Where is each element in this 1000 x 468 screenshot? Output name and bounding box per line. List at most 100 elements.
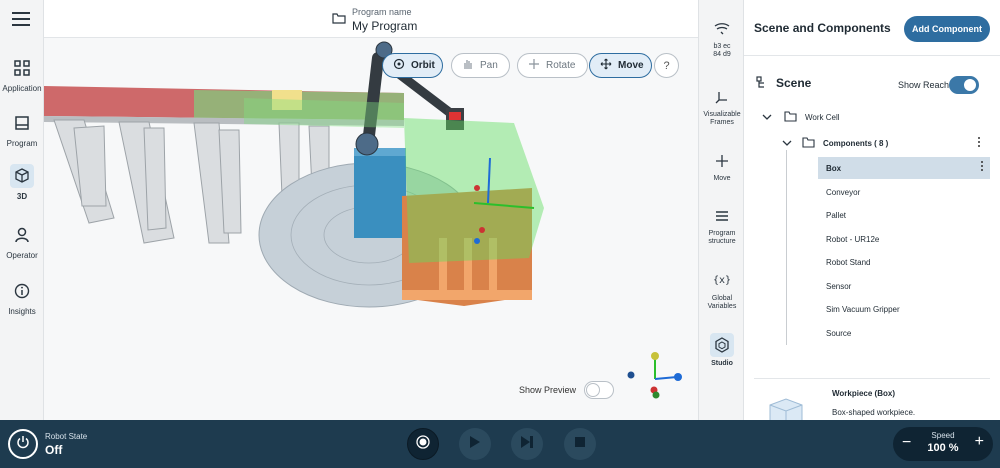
tool-program-structure[interactable]: Program structure [699, 205, 745, 247]
cube-icon [10, 164, 34, 188]
components-label: Components ( 8 ) [823, 139, 889, 148]
component-label: Sensor [826, 281, 852, 291]
component-item[interactable]: Conveyor [818, 181, 990, 203]
components-more-icon[interactable] [977, 137, 981, 149]
folder-icon [784, 111, 797, 124]
speed-increase-button[interactable]: + [975, 433, 984, 451]
signal-icon [699, 18, 745, 40]
hand-icon [462, 58, 474, 73]
component-item[interactable]: Source [818, 322, 990, 344]
show-preview-toggle[interactable] [584, 381, 615, 399]
component-label: Box [826, 163, 842, 173]
rotate-label: Rotate [546, 60, 576, 71]
components-node[interactable]: Components ( 8 ) [782, 137, 888, 150]
orbit-button[interactable]: Orbit [382, 53, 443, 78]
folder-icon[interactable] [332, 11, 346, 29]
scene-title: Scene [776, 76, 812, 90]
person-icon [10, 223, 34, 247]
program-structure-label: Program structure [708, 230, 736, 246]
move-icon [699, 150, 745, 172]
scene-render[interactable] [44, 38, 698, 420]
play-icon [469, 435, 481, 454]
info-icon [10, 279, 34, 303]
workpiece-info: Workpiece (Box) Box-shaped workpiece. [754, 378, 990, 426]
move-label: Move [618, 60, 644, 71]
show-preview-control: Show Preview [519, 381, 615, 399]
component-item[interactable]: Robot - UR12e [818, 228, 990, 250]
studio-icon [710, 333, 734, 357]
nav-item-application[interactable]: Application [0, 56, 44, 93]
connection-id: b3 ec 84 d9 [713, 43, 731, 59]
variables-icon: {x} [712, 275, 732, 286]
component-item[interactable]: Sensor [818, 275, 990, 297]
nav-item-program[interactable]: Program [0, 111, 44, 148]
component-item[interactable]: Box [818, 157, 990, 179]
chevron-down-icon[interactable] [782, 139, 792, 149]
component-item[interactable]: Pallet [818, 204, 990, 226]
power-button[interactable] [8, 429, 38, 459]
move-icon [600, 58, 612, 73]
help-button[interactable]: ? [654, 53, 679, 78]
robot-state-value: Off [45, 443, 63, 457]
orbit-icon [393, 58, 405, 73]
global-variables-label: Global Variables [707, 295, 737, 311]
panel-title: Scene and Components [754, 21, 891, 35]
studio-label: Studio [711, 360, 733, 367]
play-button[interactable] [459, 428, 491, 460]
show-reach-toggle[interactable] [949, 76, 979, 94]
program-name-label: Program name [352, 7, 412, 17]
stop-button[interactable] [564, 428, 596, 460]
component-more-icon[interactable] [980, 161, 984, 173]
nav-item-operator[interactable]: Operator [0, 223, 44, 260]
robot-state-label: Robot State [45, 432, 88, 441]
pan-button[interactable]: Pan [451, 53, 510, 78]
nav-item-insights[interactable]: Insights [0, 279, 44, 316]
component-label: Source [826, 328, 852, 338]
orbit-label: Orbit [411, 60, 435, 71]
move-strip-label: Move [713, 175, 731, 182]
record-button[interactable] [407, 428, 439, 460]
work-cell-node[interactable]: Work Cell [762, 111, 840, 124]
program-name[interactable]: My Program [352, 19, 417, 33]
nav-item-3d[interactable]: 3D [0, 164, 44, 201]
hamburger-menu-icon[interactable] [12, 12, 30, 28]
tree-guide-line [786, 150, 787, 345]
tool-move[interactable]: Move [699, 150, 745, 183]
top-header: Program name My Program [44, 0, 698, 38]
move-tool-button[interactable]: Move [589, 53, 652, 78]
show-reach-label: Show Reach [898, 80, 950, 90]
step-icon [520, 435, 534, 454]
left-navigation: Application Program 3D Operator Insights [0, 0, 44, 420]
component-label: Robot - UR12e [826, 234, 880, 244]
scene-components-panel: Scene and Components Add Component Scene… [744, 0, 1000, 426]
component-label: Pallet [826, 210, 847, 220]
add-component-button[interactable]: Add Component [904, 16, 990, 42]
tool-global-variables[interactable]: {x} Global Variables [699, 270, 745, 312]
nav-label-operator: Operator [6, 251, 38, 260]
component-item[interactable]: Robot Stand [818, 251, 990, 273]
nav-label-program: Program [6, 139, 38, 148]
tool-visualizable-frames[interactable]: Visualizable Frames [699, 86, 745, 128]
nav-label-application: Application [2, 84, 42, 93]
workpiece-description: Box-shaped workpiece. [832, 408, 916, 417]
record-icon [416, 434, 430, 454]
scene-tree-icon [756, 76, 770, 95]
program-icon [10, 111, 34, 135]
speed-control: − Speed 100 % + [893, 427, 993, 461]
power-icon [16, 435, 30, 454]
visualizable-frames-label: Visualizable Frames [703, 111, 741, 127]
component-label: Robot Stand [826, 257, 871, 267]
tool-connection[interactable]: b3 ec 84 d9 [699, 18, 745, 60]
component-item[interactable]: Sim Vacuum Gripper [818, 298, 990, 320]
nav-label-3d: 3D [16, 192, 28, 201]
step-button[interactable] [511, 428, 543, 460]
frames-icon [699, 86, 745, 108]
tool-studio[interactable]: Studio [699, 333, 745, 368]
panel-divider [744, 55, 1000, 56]
rotate-icon [528, 58, 540, 73]
3d-viewport[interactable]: Orbit Pan Rotate Move ? Show Preview [44, 38, 698, 420]
pan-label: Pan [480, 60, 498, 71]
chevron-down-icon[interactable] [762, 113, 772, 123]
bottom-bar: Robot State Off − Speed 100 % + [0, 420, 1000, 468]
rotate-button[interactable]: Rotate [517, 53, 588, 78]
